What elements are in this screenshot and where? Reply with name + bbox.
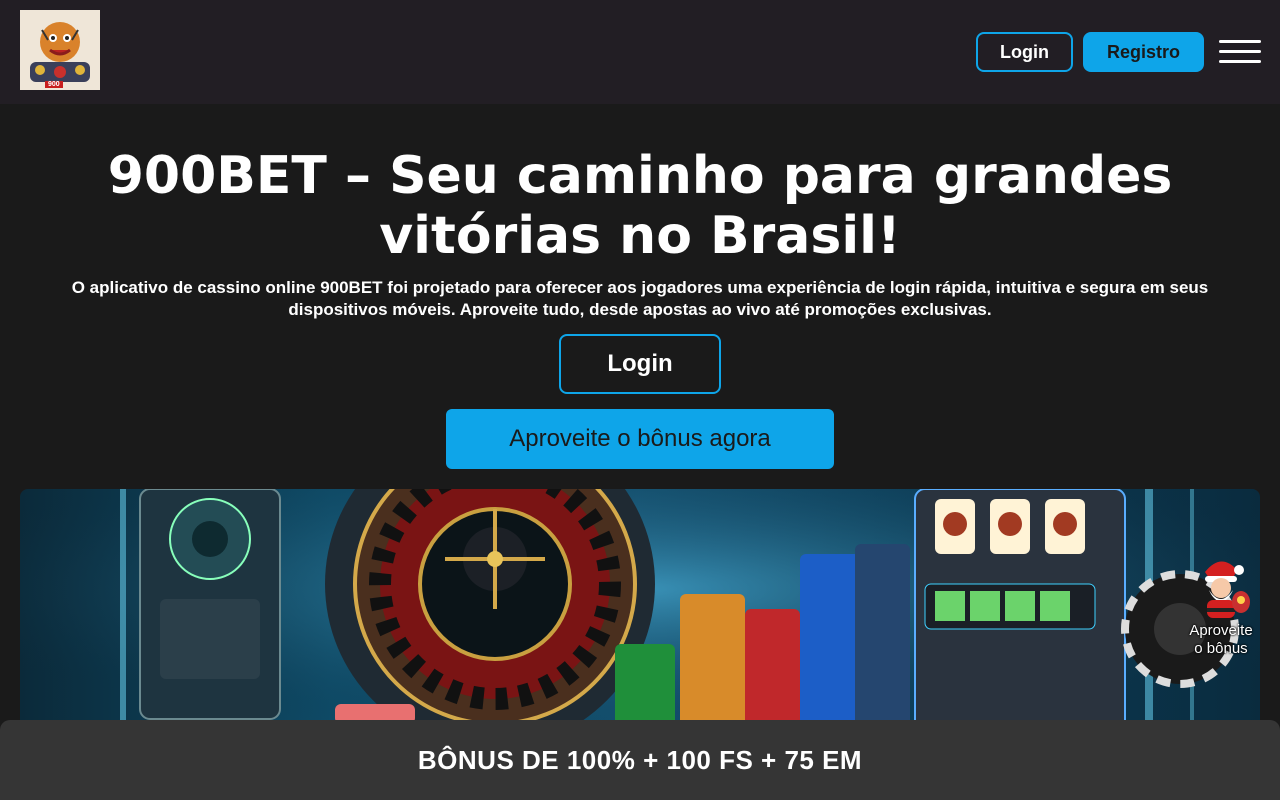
tiger-mascot-icon	[20, 10, 100, 90]
santa-claus-icon	[1205, 561, 1250, 618]
logo-text: 900	[45, 81, 63, 88]
bonus-bottom-bar[interactable]: BÔNUS DE 100% + 100 FS + 75 EM	[0, 720, 1280, 800]
roulette-wheel-icon	[325, 489, 655, 739]
claim-bonus-button[interactable]: Aproveite o bônus agora	[446, 409, 834, 469]
site-header: 900 Login Registro	[0, 0, 1280, 104]
floating-widget-label-2: o bônus	[1194, 640, 1248, 657]
hero-login-button[interactable]: Login	[559, 334, 721, 394]
page-title: 900BET – Seu caminho para grandes vitóri…	[107, 146, 1173, 266]
casino-banner-image	[20, 489, 1260, 739]
bonus-bar-text: BÔNUS DE 100% + 100 FS + 75 EM	[417, 744, 863, 775]
logo[interactable]: 900	[20, 10, 100, 90]
casino-illustration	[20, 489, 1260, 739]
hamburger-menu-icon[interactable]	[1219, 40, 1261, 64]
floating-bonus-widget[interactable]: Aproveite o bônus	[1178, 556, 1264, 668]
floating-widget-label-1: Aproveite	[1189, 622, 1253, 639]
hero-description: O aplicativo de cassino online 900BET fo…	[71, 278, 1209, 319]
header-login-button[interactable]: Login	[976, 32, 1073, 72]
slot-machine-icon	[914, 489, 1126, 739]
header-register-button[interactable]: Registro	[1083, 32, 1204, 72]
